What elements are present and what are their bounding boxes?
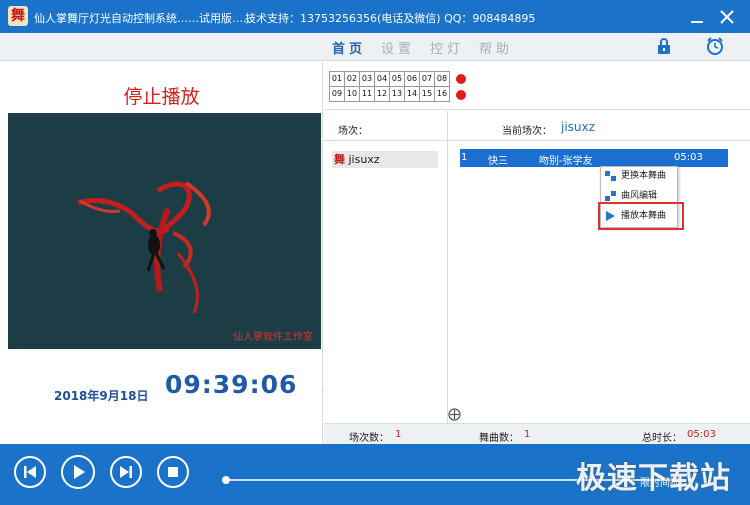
dance-icon: 舞 xyxy=(334,153,345,166)
light-channel-panel: 01 02 03 04 05 06 07 08 09 10 11 12 13 1… xyxy=(324,62,750,110)
next-icon xyxy=(120,466,132,478)
crosshair-icon[interactable] xyxy=(448,408,461,421)
menu-item-label: 更换本舞曲 xyxy=(621,171,667,181)
replace-icon xyxy=(605,171,616,181)
minimize-icon[interactable] xyxy=(686,6,708,28)
channel-cell[interactable]: 08 xyxy=(435,72,450,87)
channel-cell[interactable]: 10 xyxy=(345,87,360,102)
channel-cell[interactable]: 11 xyxy=(360,87,375,102)
channel-cell[interactable]: 16 xyxy=(435,87,450,102)
light-channel-grid: 01 02 03 04 05 06 07 08 09 10 11 12 13 1… xyxy=(329,71,450,102)
sessions-count: 1 xyxy=(395,429,402,440)
song-row[interactable]: 1 快三 吻别-张学友 05:03 xyxy=(460,149,728,167)
stop-button[interactable] xyxy=(157,456,189,488)
previous-button[interactable] xyxy=(14,456,46,488)
player-bar: 限时间随… 极速下载站 xyxy=(0,444,750,505)
songs-count: 1 xyxy=(524,429,531,440)
previous-icon xyxy=(24,466,36,478)
status-dot xyxy=(456,90,466,100)
stop-icon xyxy=(168,467,178,477)
channel-cell[interactable]: 02 xyxy=(345,72,360,87)
channel-cell[interactable]: 07 xyxy=(420,72,435,87)
total-duration: 05:03 xyxy=(687,429,716,440)
menu-item-label: 曲风编辑 xyxy=(621,191,658,201)
song-index: 1 xyxy=(461,152,468,163)
app-logo: 舞 xyxy=(8,6,28,26)
sessions-label: 场次： xyxy=(338,126,368,137)
play-icon xyxy=(74,465,85,479)
sessions-panel: 场次： 当前场次： jisuxz 舞 jisuxz 1 快三 吻别-张学友 05… xyxy=(324,111,750,423)
channel-cell[interactable]: 01 xyxy=(330,72,345,87)
dance-logo-artwork xyxy=(77,181,211,314)
next-button[interactable] xyxy=(110,456,142,488)
song-duration: 05:03 xyxy=(674,152,703,163)
play-icon xyxy=(606,211,615,221)
panel-divider xyxy=(447,111,448,423)
close-icon[interactable] xyxy=(716,6,738,28)
channel-cell[interactable]: 09 xyxy=(330,87,345,102)
player-status-panel: 停止播放 仙人掌软件工作室 2018年9月18日 09:39:06 《 xyxy=(0,62,334,444)
alarm-clock-icon[interactable] xyxy=(705,36,725,56)
session-name: jisuxz xyxy=(348,153,380,166)
channel-cell[interactable]: 12 xyxy=(375,87,390,102)
support-info: 技术支持：13753256356(电话及微信) QQ：908484895 xyxy=(245,12,536,25)
channel-cell[interactable]: 13 xyxy=(390,87,405,102)
session-list-item[interactable]: 舞 jisuxz xyxy=(332,151,438,168)
songs-count-label: 舞曲数： xyxy=(479,433,519,444)
edit-style-icon xyxy=(605,191,616,201)
current-session-value: jisuxz xyxy=(561,120,595,134)
status-dot xyxy=(456,74,466,84)
tab-help[interactable]: 帮助 xyxy=(479,38,513,57)
channel-cell[interactable]: 15 xyxy=(420,87,435,102)
channel-cell[interactable]: 05 xyxy=(390,72,405,87)
current-time: 09:39:06 xyxy=(165,370,298,399)
sessions-header: 场次： 当前场次： jisuxz xyxy=(324,111,750,141)
menu-item-label: 播放本舞曲 xyxy=(621,211,667,221)
tab-light-control[interactable]: 控灯 xyxy=(430,38,464,57)
watermark: 极速下载站 xyxy=(576,461,731,496)
play-button[interactable] xyxy=(61,455,95,489)
video-preview: 仙人掌软件工作室 xyxy=(8,113,321,349)
tab-home[interactable]: 首页 xyxy=(332,38,366,57)
menu-item-edit-style[interactable]: 曲风编辑 xyxy=(601,187,677,205)
song-type: 快三 xyxy=(488,156,508,167)
current-session-label: 当前场次： xyxy=(502,126,552,137)
channel-cell[interactable]: 14 xyxy=(405,87,420,102)
summary-bar: 场次数： 1 舞曲数： 1 总时长： 05:03 xyxy=(324,423,750,444)
context-menu: 更换本舞曲 曲风编辑 播放本舞曲 xyxy=(600,166,678,228)
song-title: 吻别-张学友 xyxy=(539,156,593,167)
channel-cell[interactable]: 03 xyxy=(360,72,375,87)
sessions-count-label: 场次数： xyxy=(349,433,389,444)
total-duration-label: 总时长： xyxy=(642,433,682,444)
menu-bar: 首页 设置 控灯 帮助 xyxy=(0,33,750,61)
progress-knob[interactable] xyxy=(222,476,230,484)
channel-cell[interactable]: 04 xyxy=(375,72,390,87)
channel-cell[interactable]: 06 xyxy=(405,72,420,87)
lock-icon[interactable] xyxy=(655,37,673,55)
playback-status: 停止播放 xyxy=(123,86,200,108)
menu-item-replace-song[interactable]: 更换本舞曲 xyxy=(601,167,677,185)
window-title: 仙人掌舞厅灯光自动控制系统……试用版…… xyxy=(34,12,254,25)
studio-caption: 仙人掌软件工作室 xyxy=(233,332,313,343)
current-date: 2018年9月18日 xyxy=(54,389,149,403)
title-bar: 舞 仙人掌舞厅灯光自动控制系统……试用版…… 技术支持：13753256356(… xyxy=(0,0,750,33)
menu-item-play-song[interactable]: 播放本舞曲 xyxy=(601,207,677,225)
tab-settings[interactable]: 设置 xyxy=(381,38,415,57)
